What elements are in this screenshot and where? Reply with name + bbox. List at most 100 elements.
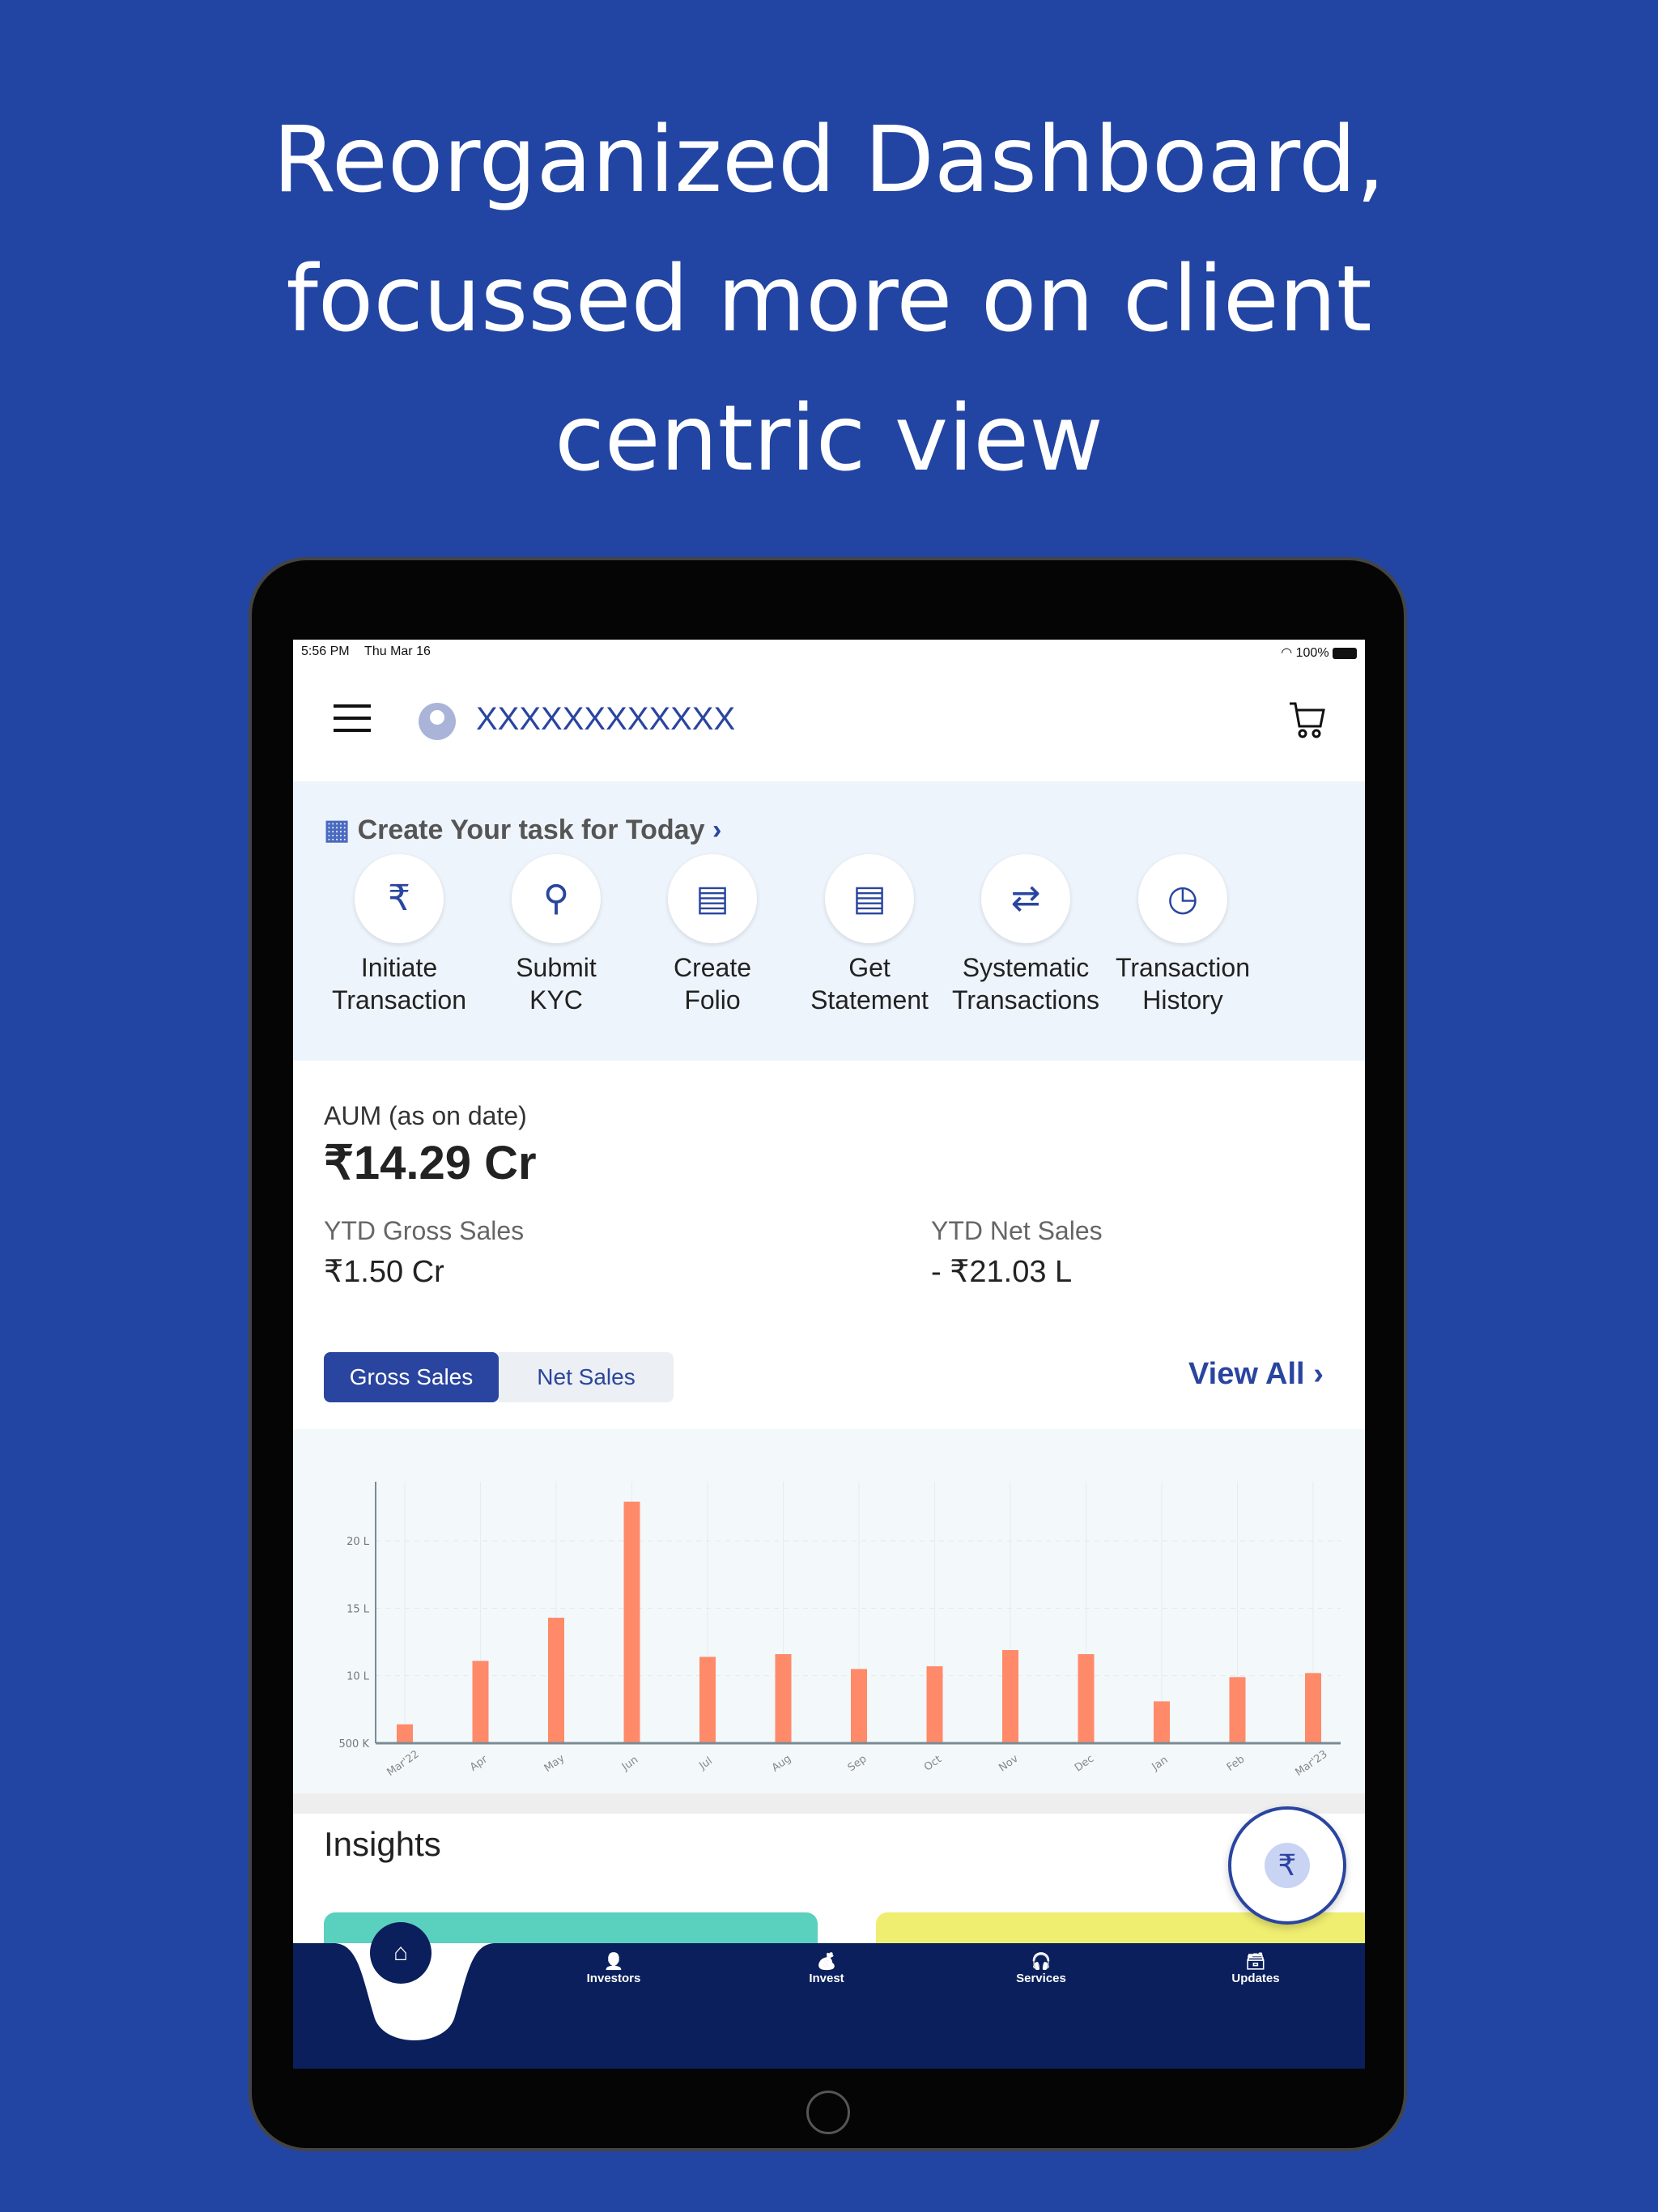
app-screen: 5:56 PM Thu Mar 16 ◠ 100% XXXXXXXXXXXX ▦… [293, 640, 1365, 2069]
task-label-line1: Get [848, 953, 891, 982]
aum-label: AUM (as on date) [324, 1101, 527, 1130]
wifi-icon: ◠ [1281, 646, 1293, 660]
bar-Mar'23 [1305, 1673, 1321, 1743]
bar-chart: 500 K 10 L 15 L 20 L Mar'22 Apr May Jun Jul Aug Se… [339, 1482, 1341, 1779]
ytd-gross-label: YTD Gross Sales [324, 1216, 525, 1245]
menu-icon[interactable] [334, 704, 371, 732]
insights-title: Insights [324, 1825, 441, 1863]
x-tick-label: May [542, 1752, 568, 1775]
x-tick-label: Jul [696, 1755, 714, 1772]
task-create-folio[interactable]: ▤ Create Folio [636, 854, 789, 1016]
archive-icon: 🗃 [1245, 1953, 1266, 1971]
gross-sales-chart: 500 K 10 L 15 L 20 L Mar'22 Apr May Jun Jul Aug Se… [293, 1429, 1365, 1793]
task-label-line1: Initiate [360, 953, 438, 982]
document-transfer-icon: ⇄ [981, 854, 1070, 943]
bar-Dec [1078, 1654, 1095, 1743]
y-tick-label: 15 L [346, 1603, 370, 1615]
headline: Reorganized Dashboard, focussed more on … [0, 91, 1658, 508]
tasks-title-link[interactable]: ▦ Create Your task for Today › [324, 814, 721, 846]
ytd-gross-value: ₹1.50 Cr [324, 1255, 444, 1289]
aum-value: ₹14.29 Cr [324, 1137, 537, 1189]
task-label-line1: Transaction [1116, 953, 1250, 982]
nav-services[interactable]: 🎧 Services [984, 1951, 1098, 1985]
rupee-cycle-icon: ₹ [355, 854, 444, 943]
task-systematic-transactions[interactable]: ⇄ Systematic Transactions [949, 854, 1103, 1016]
bottom-nav: ⌂ 👤 Investors 💰 Invest 🎧 Services 🗃 Updates [293, 1922, 1365, 2069]
bar-Apr [472, 1661, 489, 1743]
task-submit-kyc[interactable]: ⚲ Submit KYC [479, 854, 633, 1016]
bar-Jan [1154, 1701, 1170, 1743]
y-tick-label: 20 L [346, 1536, 370, 1548]
status-date: Thu Mar 16 [364, 644, 431, 658]
app-header: XXXXXXXXXXXX [293, 666, 1365, 781]
task-get-statement[interactable]: ▤ Get Statement [793, 854, 946, 1016]
document-plus-icon: ▤ [825, 854, 914, 943]
status-bar: 5:56 PM Thu Mar 16 ◠ 100% [293, 640, 1365, 666]
task-label-line1: Submit [516, 953, 597, 982]
document-clock-icon: ◷ [1138, 854, 1227, 943]
cart-icon[interactable] [1287, 700, 1328, 740]
x-tick-label: Jan [1150, 1754, 1171, 1773]
y-tick-label: 500 K [339, 1738, 370, 1750]
bar-Oct [926, 1666, 943, 1743]
bar-Feb [1229, 1677, 1246, 1743]
home-icon: ⌂ [393, 1939, 409, 1966]
nav-investors[interactable]: 👤 Investors [557, 1951, 670, 1985]
battery-icon [1333, 647, 1357, 659]
headline-line-2: focussed more on client [286, 247, 1372, 352]
bar-Jun [623, 1501, 640, 1743]
divider [293, 1793, 1365, 1814]
x-tick-label: Mar'23 [1293, 1748, 1329, 1779]
nav-label: Invest [809, 1972, 844, 1985]
headline-line-3: centric view [555, 386, 1103, 491]
task-label-line2: Statement [810, 985, 929, 1015]
nav-home[interactable]: ⌂ [370, 1922, 432, 1984]
bar-Sep [851, 1669, 867, 1743]
user-name[interactable]: XXXXXXXXXXXX [476, 701, 735, 738]
insights-section: Insights [293, 1814, 1365, 1945]
summary-card: AUM (as on date) ₹14.29 Cr YTD Gross Sal… [293, 1061, 1365, 1433]
nav-label: Updates [1231, 1972, 1280, 1985]
x-tick-label: Aug [770, 1753, 793, 1775]
x-tick-label: Oct [922, 1754, 944, 1774]
x-tick-label: Dec [1073, 1753, 1096, 1775]
task-label-line2: Transactions [952, 985, 1099, 1015]
task-label-line2: Transaction [332, 985, 466, 1015]
document-plus-icon: ▤ [668, 854, 757, 943]
money-bag-icon: 💰 [816, 1953, 837, 1971]
nav-invest[interactable]: 💰 Invest [770, 1951, 883, 1985]
nav-updates[interactable]: 🗃 Updates [1199, 1951, 1312, 1985]
nav-label: Services [1016, 1972, 1066, 1985]
task-initiate-transaction[interactable]: ₹ Initiate Transaction [322, 854, 476, 1016]
bar-Jul [699, 1657, 716, 1743]
investor-icon: 👤 [603, 1953, 624, 1971]
x-tick-label: Jun [619, 1754, 640, 1774]
home-button [806, 2091, 850, 2134]
tab-net-sales[interactable]: Net Sales [499, 1352, 674, 1402]
ytd-net-value: - ₹21.03 L [931, 1255, 1073, 1289]
status-time: 5:56 PM [301, 644, 350, 658]
x-tick-label: Mar'22 [385, 1748, 421, 1779]
x-tick-label: Apr [468, 1753, 491, 1774]
transaction-fab[interactable]: ₹ [1228, 1806, 1346, 1925]
headset-icon: 🎧 [1031, 1953, 1052, 1971]
headline-line-1: Reorganized Dashboard, [273, 108, 1385, 213]
bar-Mar'22 [397, 1724, 413, 1743]
y-tick-label: 10 L [346, 1671, 370, 1683]
ytd-net-label: YTD Net Sales [931, 1216, 1103, 1245]
chevron-right-icon: › [1313, 1357, 1324, 1391]
rupee-cycle-icon: ₹ [1265, 1843, 1310, 1888]
avatar[interactable] [419, 703, 456, 740]
bar-Aug [775, 1654, 792, 1743]
tasks-title: Create Your task for Today [357, 815, 705, 845]
x-tick-label: Nov [997, 1753, 1021, 1775]
task-transaction-history[interactable]: ◷ Transaction History [1106, 854, 1260, 1016]
task-label-line1: Create [673, 953, 752, 982]
bar-May [548, 1618, 564, 1743]
x-tick-label: Feb [1225, 1753, 1247, 1773]
user-search-icon: ⚲ [512, 854, 601, 943]
bar-Nov [1002, 1650, 1018, 1743]
view-all-label: View All [1188, 1357, 1305, 1391]
view-all-link[interactable]: View All › [1188, 1357, 1324, 1392]
tab-gross-sales[interactable]: Gross Sales [324, 1352, 499, 1402]
